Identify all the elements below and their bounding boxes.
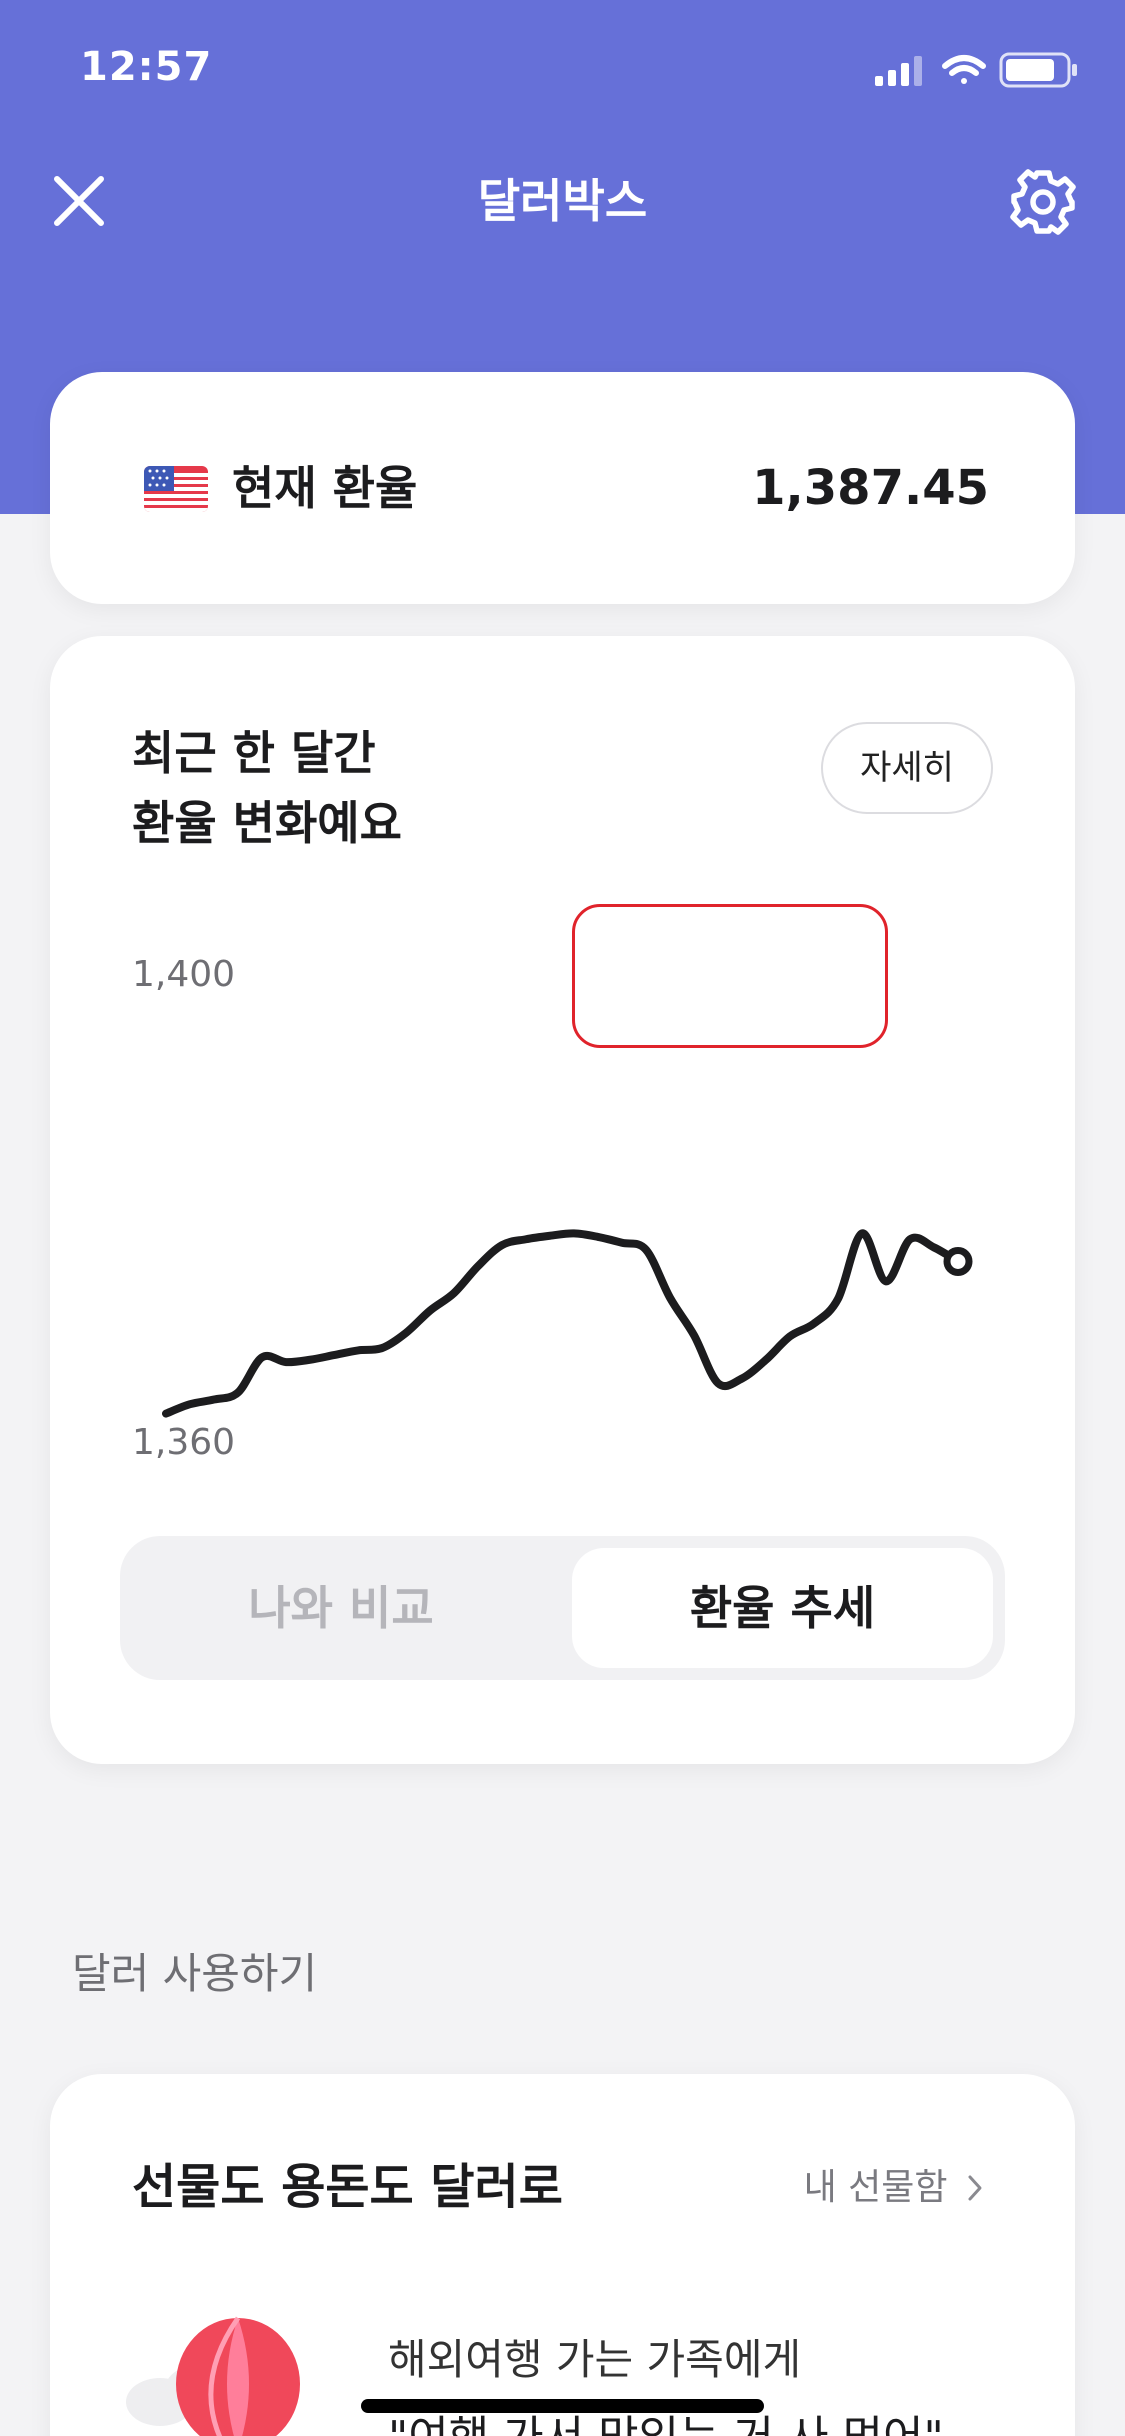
my-gift-box-label: 내 선물함: [803, 2167, 948, 2208]
status-icons: [875, 52, 1077, 88]
tab-compare[interactable]: 나와 비교: [120, 1536, 562, 1680]
latest-point-marker: [943, 1246, 973, 1276]
home-indicator: [361, 2399, 764, 2413]
wifi-icon: [942, 55, 986, 84]
current-rate-card[interactable]: 현재 환율 1,387.45: [50, 372, 1075, 604]
balloon-icon: [126, 2316, 300, 2436]
gift-card-subtitle: 해외여행 가는 가족에게: [388, 2335, 802, 2384]
status-time: 12:57: [80, 44, 213, 90]
battery-icon: [999, 52, 1077, 88]
us-flag-icon: [144, 466, 208, 512]
gear-icon: [1010, 169, 1076, 235]
rate-chart-card: 최근 한 달간 환율 변화예요 자세히 1,400 1,360 나와 비교 환율…: [50, 636, 1075, 1764]
settings-button[interactable]: [1005, 164, 1081, 240]
section-title-use-dollars: 달러 사용하기: [72, 1949, 318, 1998]
series-line: [162, 1229, 962, 1418]
signal-icon: [875, 56, 922, 86]
current-rate-value: 1,387.45: [752, 460, 989, 516]
tab-rate-trend[interactable]: 환율 추세: [572, 1548, 993, 1668]
navigation-bar: 달러박스: [0, 140, 1125, 260]
page-title: 달러박스: [477, 174, 648, 228]
segmented-control: 나와 비교 환율 추세: [120, 1536, 1005, 1680]
gift-card[interactable]: 선물도 용돈도 달러로 내 선물함 해외여행 가는 가족에게 "여행 가서 맛있…: [50, 2074, 1075, 2436]
current-rate-label: 현재 환율: [232, 461, 418, 515]
gift-card-title: 선물도 용돈도 달러로: [132, 2159, 563, 2215]
status-bar: 12:57: [0, 0, 1125, 140]
chevron-right-icon: [968, 2175, 982, 2201]
my-gift-box-link[interactable]: 내 선물함: [804, 2158, 985, 2218]
